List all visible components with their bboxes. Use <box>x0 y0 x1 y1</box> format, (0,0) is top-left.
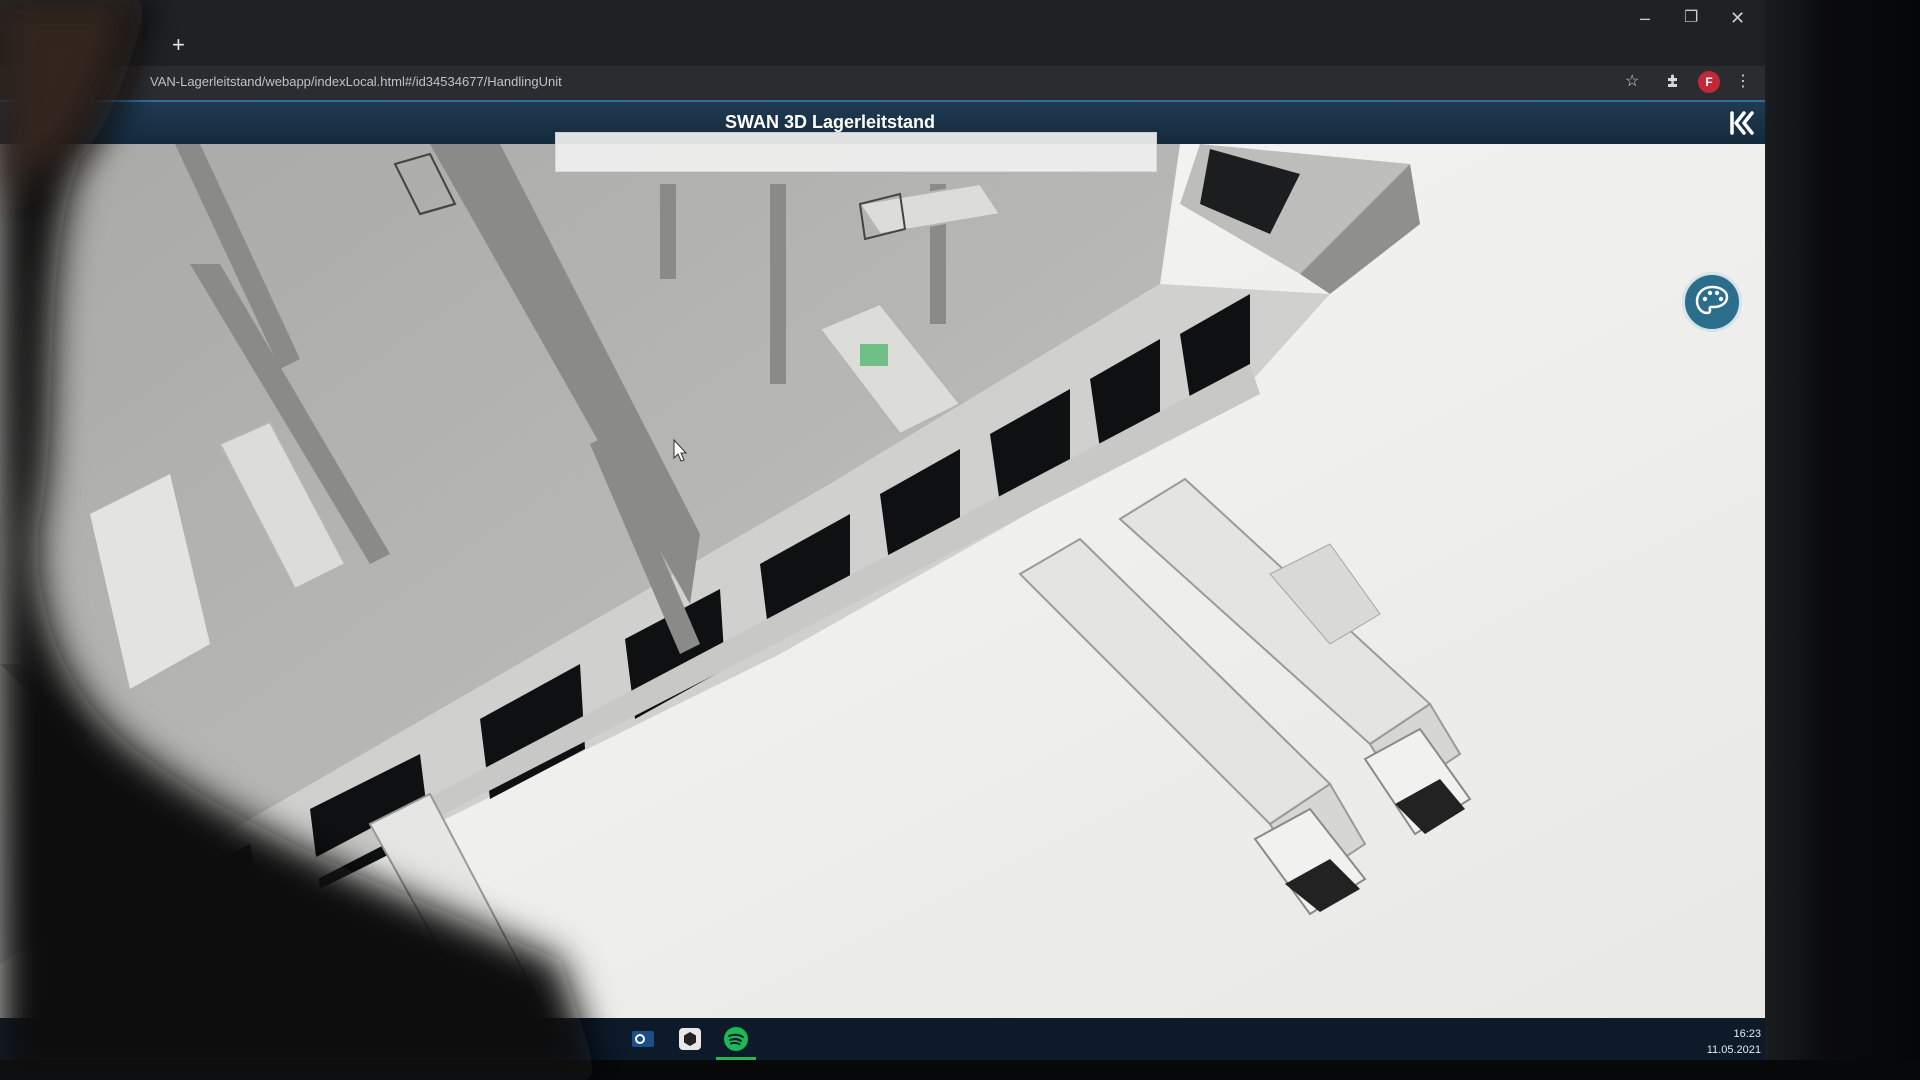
browser-toolbar: VAN-Lagerleitstand/webapp/indexLocal.htm… <box>0 66 1765 100</box>
os-taskbar: 16:23 11.05.2021 <box>0 1018 1765 1060</box>
search-overlay[interactable] <box>555 132 1157 172</box>
clock-date: 11.05.2021 <box>1706 1044 1761 1056</box>
palette-icon <box>1695 285 1729 315</box>
restore-button[interactable]: ❐ <box>1684 8 1698 28</box>
profile-avatar[interactable]: F <box>1698 71 1720 93</box>
monitor-bezel <box>1765 0 1920 1080</box>
palette-button[interactable] <box>1682 272 1742 332</box>
outlook-icon[interactable] <box>628 1024 658 1054</box>
puzzle-icon[interactable] <box>1665 73 1681 94</box>
minimize-button[interactable]: – <box>1640 8 1650 28</box>
monitor-screen: + – ❐ ✕ VAN-Lagerleitstand/webapp/indexL… <box>0 0 1765 1060</box>
star-icon[interactable]: ☆ <box>1625 73 1639 91</box>
monitor-bezel-bottom <box>0 1060 1920 1080</box>
app-title: SWAN 3D Lagerleitstand <box>724 112 936 132</box>
spotify-icon[interactable] <box>721 1024 751 1054</box>
menu-icon[interactable]: ⋮ <box>1735 73 1751 91</box>
browser-tab-bar: + – ❐ ✕ <box>0 0 1765 66</box>
web-app: SWAN 3D Lagerleitstand <box>0 100 1765 1022</box>
clock-time: 16:23 <box>1733 1028 1761 1040</box>
new-tab-button[interactable]: + <box>172 34 185 56</box>
warehouse-3d-view[interactable] <box>0 144 1765 1022</box>
app-icon[interactable] <box>675 1024 705 1054</box>
highlighted-handling-unit[interactable] <box>860 344 888 366</box>
close-button[interactable]: ✕ <box>1730 8 1745 28</box>
address-bar[interactable]: VAN-Lagerleitstand/webapp/indexLocal.htm… <box>150 74 562 89</box>
collapse-icon[interactable] <box>1728 110 1756 136</box>
